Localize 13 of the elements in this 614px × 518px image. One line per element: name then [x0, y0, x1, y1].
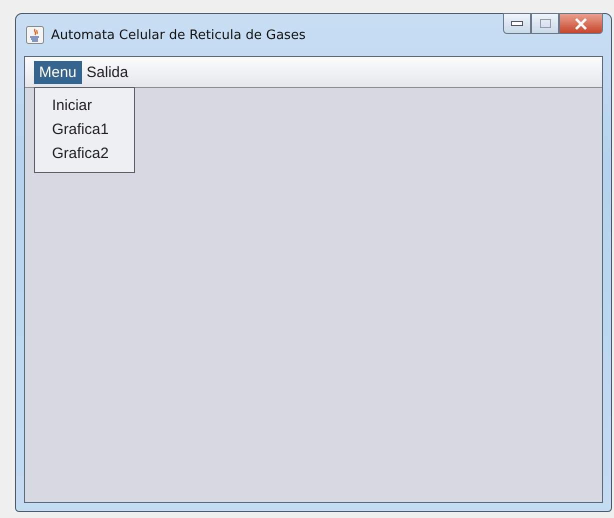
minimize-button[interactable]: [503, 13, 531, 34]
maximize-icon: [540, 18, 550, 28]
close-icon: [574, 18, 588, 30]
maximize-button[interactable]: [531, 13, 559, 34]
dropdown-item[interactable]: Grafica1: [35, 117, 134, 141]
dropdown-item[interactable]: Iniciar: [35, 93, 134, 117]
menu-item[interactable]: Salida: [82, 60, 134, 84]
window-title: Automata Celular de Reticula de Gases: [51, 28, 306, 42]
minimize-icon: [511, 20, 523, 26]
menu-item[interactable]: Menu: [34, 60, 82, 84]
close-button[interactable]: [559, 13, 603, 34]
coffee-cup-icon: [26, 26, 44, 44]
dropdown-item[interactable]: Grafica2: [35, 141, 134, 165]
